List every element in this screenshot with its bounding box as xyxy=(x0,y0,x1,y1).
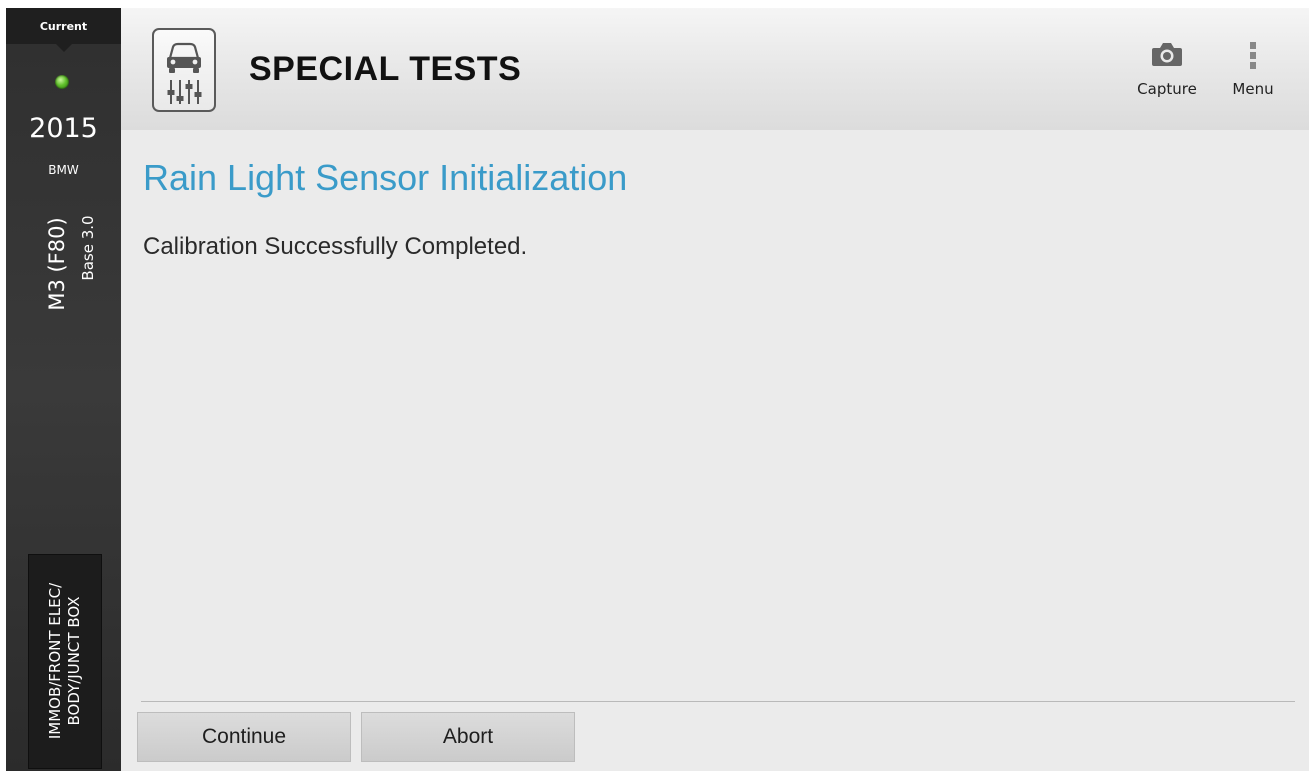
vehicle-model: M3 (F80) xyxy=(45,217,69,311)
main-content: Rain Light Sensor Initialization Calibra… xyxy=(121,130,1309,771)
menu-button[interactable]: Menu xyxy=(1218,36,1288,100)
vehicle-make: BMW xyxy=(48,163,79,177)
system-tab[interactable]: IMMOB/FRONT ELEC/ BODY/JUNCT BOX xyxy=(28,554,102,769)
abort-button[interactable]: Abort xyxy=(361,712,575,762)
test-title: Rain Light Sensor Initialization xyxy=(143,157,628,198)
vertical-dots-icon xyxy=(1247,40,1259,76)
connection-status-icon xyxy=(55,75,69,89)
continue-button[interactable]: Continue xyxy=(137,712,351,762)
page-title: SPECIAL TESTS xyxy=(249,50,522,88)
vehicle-engine: Base 3.0 xyxy=(79,215,97,281)
camera-icon xyxy=(1150,40,1184,72)
app-header: SPECIAL TESTS Capture Menu xyxy=(121,8,1309,130)
system-label-line-2: BODY/JUNCT BOX xyxy=(65,596,83,726)
capture-button[interactable]: Capture xyxy=(1132,36,1202,100)
car-adjust-icon xyxy=(152,28,216,112)
vehicle-sidebar: Current 2015 BMW M3 (F80) Base 3.0 IMMOB… xyxy=(6,8,121,771)
menu-label: Menu xyxy=(1232,80,1274,98)
app-screen: Current 2015 BMW M3 (F80) Base 3.0 IMMOB… xyxy=(6,8,1309,771)
current-label: Current xyxy=(39,20,88,33)
current-tab-notch xyxy=(56,44,72,52)
system-label: IMMOB/FRONT ELEC/ BODY/JUNCT BOX xyxy=(46,561,84,761)
capture-label: Capture xyxy=(1137,80,1197,98)
vehicle-year: 2015 xyxy=(29,113,98,144)
current-tab[interactable]: Current xyxy=(6,8,121,44)
footer-divider xyxy=(141,701,1295,702)
system-label-line-1: IMMOB/FRONT ELEC/ xyxy=(46,582,64,740)
status-message: Calibration Successfully Completed. xyxy=(143,233,528,260)
